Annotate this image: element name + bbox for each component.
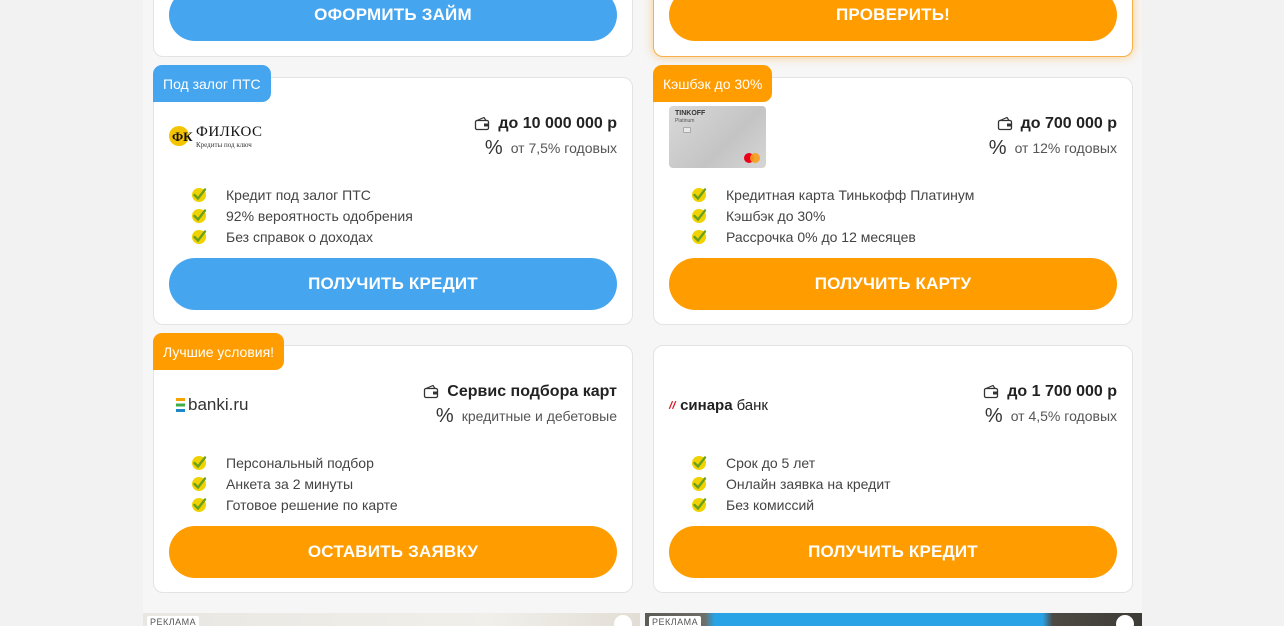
get-credit-button[interactable]: ПОЛУЧИТЬ КРЕДИТ: [169, 258, 617, 310]
offer-info: до 700 000 р % от 12% годовых: [989, 112, 1117, 160]
wallet-icon: [997, 116, 1012, 131]
offer-amount: до 1 700 000 р: [1007, 383, 1117, 400]
feature-text: Кэшбэк до 30%: [726, 207, 826, 224]
offer-card-tinkoff: Кэшбэк до 30% TINKOFF Platinum до 700 00…: [653, 65, 1133, 325]
feature-text: Готовое решение по карте: [226, 496, 398, 513]
offer-amount: до 700 000 р: [1020, 115, 1117, 132]
offers-column: ОФОРМИТЬ ЗАЙМ ПРОВЕРИТЬ! Под залог ПТС Ф…: [143, 0, 1142, 626]
feature-text: Кредитная карта Тинькофф Платинум: [726, 186, 975, 203]
percent-icon: %: [435, 404, 454, 427]
feature-text: Кредит под залог ПТС: [226, 186, 371, 203]
feature-text: Срок до 5 лет: [726, 454, 816, 471]
feature-item: Рассрочка 0% до 12 месяцев: [690, 226, 974, 247]
ad-banner-right[interactable]: РЕКЛАМА: [645, 613, 1142, 626]
checkmark-icon: [192, 476, 207, 491]
checkmark-icon: [692, 455, 707, 470]
filkos-logo-tagline: Кредиты под ключ: [196, 141, 252, 149]
offer-badge: Кэшбэк до 30%: [653, 65, 773, 102]
checkmark-icon: [692, 229, 707, 244]
offer-features: Кредитная карта Тинькофф Платинум Кэшбэк…: [690, 184, 974, 247]
feature-item: Кредитная карта Тинькофф Платинум: [690, 184, 974, 205]
offer-card-sinara: синара банк до 1 700 000 р % от 4,5% год…: [653, 345, 1133, 593]
svg-text:ФК: ФК: [172, 129, 193, 144]
feature-item: Готовое решение по карте: [190, 494, 398, 515]
offer-badge: Под залог ПТС: [153, 65, 271, 102]
mastercard-icon: [744, 153, 760, 163]
leave-request-button[interactable]: ОСТАВИТЬ ЗАЯВКУ: [169, 526, 617, 578]
get-card-button[interactable]: ПОЛУЧИТЬ КАРТУ: [669, 258, 1117, 310]
wallet-icon: [984, 384, 999, 399]
feature-item: 92% вероятность одобрения: [190, 205, 413, 226]
feature-item: Кэшбэк до 30%: [690, 205, 974, 226]
get-credit-button[interactable]: ПОЛУЧИТЬ КРЕДИТ: [669, 526, 1117, 578]
ad-label: РЕКЛАМА: [147, 616, 200, 626]
feature-item: Без комиссий: [690, 494, 891, 515]
apply-loan-button[interactable]: ОФОРМИТЬ ЗАЙМ: [169, 0, 617, 41]
offer-card-banki: Лучшие условия! banki.ru Сервис подбора …: [153, 333, 633, 593]
feature-item: Онлайн заявка на кредит: [690, 473, 891, 494]
offer-amount: до 10 000 000 р: [498, 115, 617, 132]
card-chip-icon: [683, 127, 691, 133]
offer-features: Персональный подбор Анкета за 2 минуты Г…: [190, 452, 398, 515]
sinara-logo-mark: [668, 401, 677, 409]
feature-item: Кредит под залог ПТС: [190, 184, 413, 205]
offer-rate: от 7,5% годовых: [510, 140, 617, 156]
tinkoff-card-image: TINKOFF Platinum: [669, 106, 766, 168]
offer-rate: от 4,5% годовых: [1010, 408, 1117, 424]
feature-text: Анкета за 2 минуты: [226, 475, 354, 492]
percent-icon: %: [988, 136, 1007, 159]
percent-icon: %: [984, 404, 1003, 427]
offer-info: до 1 700 000 р % от 4,5% годовых: [983, 380, 1117, 428]
wallet-icon: [475, 116, 490, 131]
offer-info: Сервис подбора карт % кредитные и дебето…: [423, 380, 617, 428]
feature-text: Персональный подбор: [226, 454, 374, 471]
wallet-icon: [424, 384, 439, 399]
offer-card-top-right: ПРОВЕРИТЬ!: [653, 0, 1133, 57]
feature-item: Без справок о доходах: [190, 226, 413, 247]
feature-item: Анкета за 2 минуты: [190, 473, 398, 494]
filkos-logo: ФК ФИЛКОС Кредиты под ключ: [168, 106, 268, 168]
ad-banner-left[interactable]: РЕКЛАМА: [143, 613, 640, 626]
checkmark-icon: [192, 497, 207, 512]
tinkoff-card-brand: TINKOFF: [675, 110, 706, 117]
offer-rate: кредитные и дебетовые: [461, 408, 617, 424]
ad-menu-icon[interactable]: [614, 615, 632, 626]
offer-card-filkos: Под залог ПТС ФК ФИЛКОС Кредиты под ключ…: [153, 65, 633, 325]
offer-features: Срок до 5 лет Онлайн заявка на кредит Бе…: [690, 452, 891, 515]
feature-item: Срок до 5 лет: [690, 452, 891, 473]
banki-logo-name: banki.ru: [188, 395, 249, 414]
checkmark-icon: [692, 208, 707, 223]
checkmark-icon: [692, 187, 707, 202]
ad-menu-icon[interactable]: [1116, 615, 1134, 626]
offer-info: до 10 000 000 р % от 7,5% годовых: [474, 112, 617, 160]
check-button[interactable]: ПРОВЕРИТЬ!: [669, 0, 1117, 41]
checkmark-icon: [692, 497, 707, 512]
checkmark-icon: [692, 476, 707, 491]
feature-text: Рассрочка 0% до 12 месяцев: [726, 228, 916, 245]
checkmark-icon: [192, 187, 207, 202]
checkmark-icon: [192, 208, 207, 223]
sinara-logo-suffix: банк: [736, 396, 768, 414]
banki-logo-mark: [176, 398, 185, 412]
offer-badge: Лучшие условия!: [153, 333, 285, 370]
offer-rate: от 12% годовых: [1014, 140, 1117, 156]
checkmark-icon: [192, 229, 207, 244]
offer-card-top-left: ОФОРМИТЬ ЗАЙМ: [153, 0, 633, 57]
tinkoff-card-tier: Platinum: [675, 118, 695, 124]
percent-icon: %: [484, 136, 503, 159]
ad-label: РЕКЛАМА: [649, 616, 702, 626]
sinara-logo-name: синара: [680, 396, 733, 414]
checkmark-icon: [192, 455, 207, 470]
filkos-logo-name: ФИЛКОС: [196, 124, 263, 140]
feature-item: Персональный подбор: [190, 452, 398, 473]
offer-features: Кредит под залог ПТС 92% вероятность одо…: [190, 184, 413, 247]
offer-amount: Сервис подбора карт: [447, 383, 617, 400]
feature-text: Без комиссий: [726, 496, 815, 513]
feature-text: Онлайн заявка на кредит: [726, 475, 891, 492]
sinara-logo: синара банк: [668, 374, 768, 436]
banki-logo: banki.ru: [168, 374, 268, 436]
feature-text: Без справок о доходах: [226, 228, 373, 245]
feature-text: 92% вероятность одобрения: [226, 207, 413, 224]
